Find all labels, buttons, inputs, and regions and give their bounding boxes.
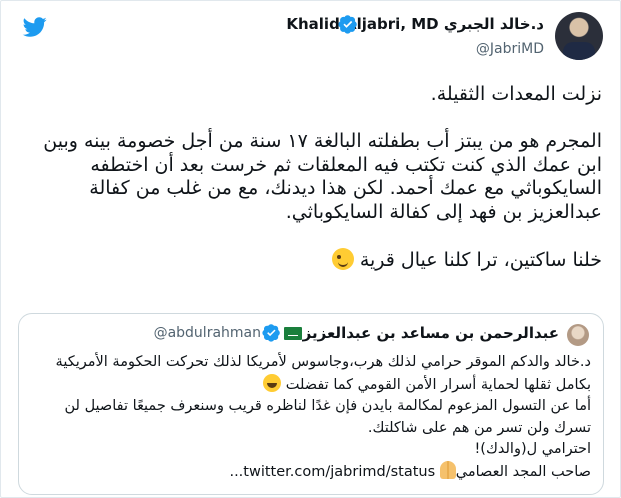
winking-face-icon [331,247,354,270]
folded-hands-icon [439,460,456,479]
grinning-face-icon [263,373,282,392]
verified-badge-icon [338,15,357,34]
author-display-name[interactable]: د.خالد الجبري Khalid Aljabri, MD [286,15,544,33]
tweet-text-body: نزلت المعدات الثقيلة. المجرم هو من يبتز … [43,83,602,271]
quoted-text-line1: د.خالد والدكم الموقر حرامي لذلك هرب،وجاس… [55,354,591,393]
tweet-text: نزلت المعدات الثقيلة. المجرم هو من يبتز … [19,83,602,272]
quoted-text-line2: أما عن التسول المزعوم لمكالمة بايدن فإن … [64,398,591,457]
author-avatar[interactable] [555,12,603,60]
quoted-author-name: عبدالرحمن بن مساعد بن عبدالعزيز [302,324,559,342]
twitter-bird-icon[interactable] [21,15,49,39]
quoted-author-avatar [567,324,589,346]
verified-badge-icon [262,324,280,342]
quoted-tweet-text: د.خالد والدكم الموقر حرامي لذلك هرب،وجاس… [29,352,591,483]
embedded-tweet-card: د.خالد الجبري Khalid Aljabri, MD @JabriM… [0,0,621,498]
quoted-link[interactable]: twitter.com/jabrimd/status... [229,464,435,480]
saudi-flag-icon [284,327,302,340]
author-handle[interactable]: @JabriMD [476,41,544,57]
quoted-tweet[interactable]: عبدالرحمن بن مساعد بن عبدالعزيز @abdulra… [18,313,604,495]
quoted-author-handle: @abdulrahman [153,325,261,341]
quoted-text-line3: صاحب المجد العصامي [455,463,591,480]
